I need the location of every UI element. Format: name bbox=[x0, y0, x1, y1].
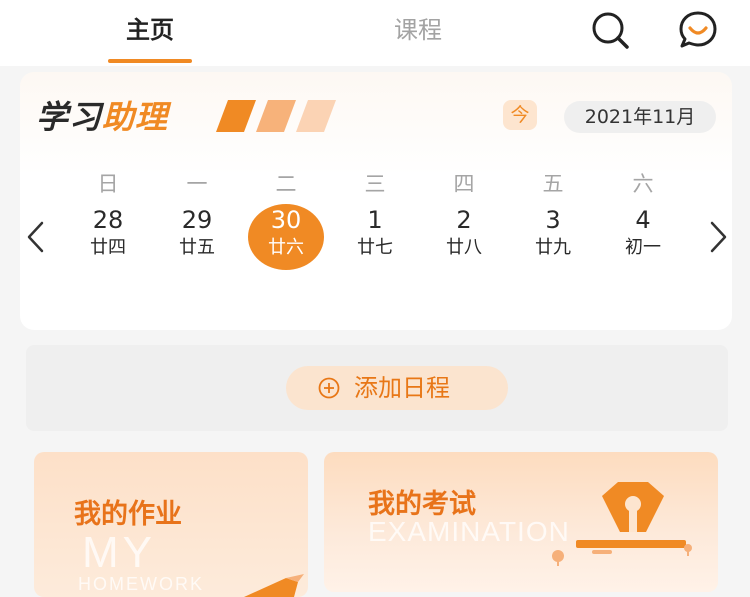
day-number: 4 bbox=[635, 206, 651, 234]
calendar-day[interactable]: 2 廿八 bbox=[425, 205, 503, 269]
tab-course[interactable]: 课程 bbox=[380, 12, 456, 48]
day-number: 30 bbox=[270, 206, 302, 234]
my-homework-title: 我的作业 bbox=[74, 499, 182, 530]
lunar-date: 廿八 bbox=[446, 237, 482, 258]
lunar-date: 廿九 bbox=[535, 237, 571, 258]
brand-title: 学习助理 bbox=[36, 92, 168, 142]
homework-bg-word: MY bbox=[82, 528, 156, 577]
homework-pencil-illustration bbox=[244, 574, 304, 597]
weekday-label: 二 bbox=[275, 172, 297, 196]
weekday-label: 四 bbox=[453, 172, 475, 196]
day-number: 29 bbox=[181, 206, 213, 234]
brand-title-part2: 助理 bbox=[102, 98, 169, 136]
month-selector[interactable]: 2021年11月 bbox=[564, 101, 716, 133]
search-icon[interactable] bbox=[588, 8, 632, 52]
weekday-label: 三 bbox=[364, 172, 386, 196]
weekday-label: 一 bbox=[186, 172, 208, 196]
tab-home[interactable]: 主页 bbox=[108, 12, 192, 48]
my-homework-card[interactable]: MY HOMEWORK 我的作业 bbox=[34, 452, 308, 597]
chevron-left-icon[interactable] bbox=[24, 220, 48, 254]
calendar-day[interactable]: 4 初一 bbox=[604, 205, 682, 269]
message-icon[interactable] bbox=[676, 8, 720, 52]
day-number: 2 bbox=[456, 206, 472, 234]
brand-stripes-decoration bbox=[216, 100, 336, 132]
homework-bg-word-2: HOMEWORK bbox=[78, 574, 204, 594]
lunar-date: 初一 bbox=[625, 237, 661, 258]
my-exam-card[interactable]: EXAMINATION 我的考试 bbox=[324, 452, 718, 592]
weekday-label: 六 bbox=[632, 172, 654, 196]
add-schedule-label: 添加日程 bbox=[354, 374, 450, 402]
day-number: 3 bbox=[545, 206, 561, 234]
calendar-day[interactable]: 29 廿五 bbox=[158, 205, 236, 269]
lunar-date: 廿七 bbox=[357, 237, 393, 258]
calendar-day[interactable]: 1 廿七 bbox=[336, 205, 414, 269]
weekday-label: 日 bbox=[97, 172, 119, 196]
lunar-date: 廿五 bbox=[179, 237, 215, 258]
today-button[interactable]: 今 bbox=[503, 100, 537, 130]
calendar-day[interactable]: 3 廿九 bbox=[514, 205, 592, 269]
top-tab-bar: 主页 课程 bbox=[0, 0, 750, 66]
brand-title-part1: 学习 bbox=[36, 98, 103, 136]
my-exam-title: 我的考试 bbox=[368, 489, 476, 520]
calendar-day-selected[interactable]: 30 廿六 bbox=[247, 205, 325, 269]
calendar-day[interactable]: 28 廿四 bbox=[69, 205, 147, 269]
weekday-label: 五 bbox=[542, 172, 564, 196]
plus-circle-icon bbox=[318, 377, 340, 399]
day-number: 28 bbox=[92, 206, 124, 234]
active-tab-indicator bbox=[108, 59, 192, 63]
chevron-right-icon[interactable] bbox=[706, 220, 730, 254]
lunar-date: 廿六 bbox=[268, 237, 304, 258]
pen-nib-illustration bbox=[552, 482, 692, 566]
day-number: 1 bbox=[367, 206, 383, 234]
lunar-date: 廿四 bbox=[90, 237, 126, 258]
